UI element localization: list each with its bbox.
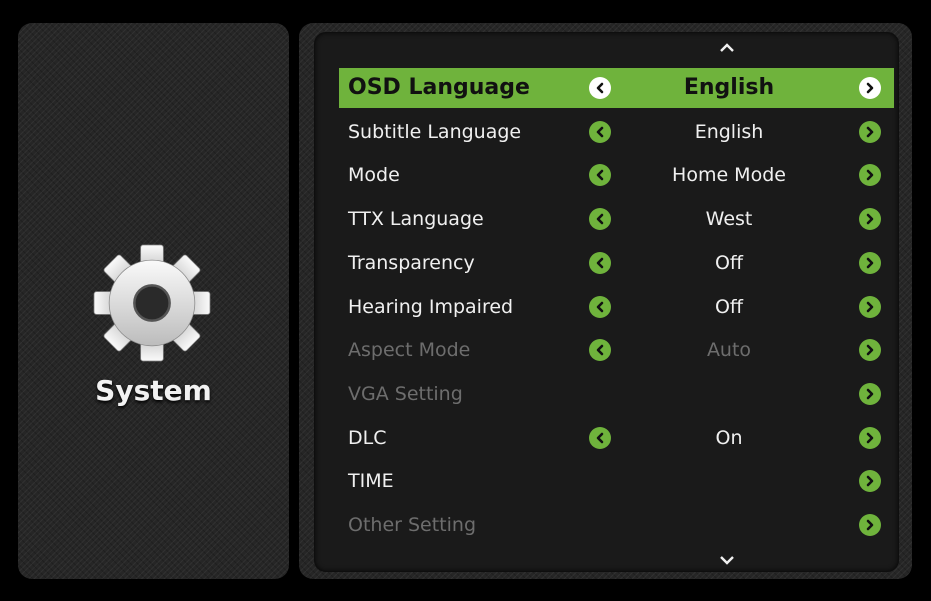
chevron-right-icon[interactable] <box>859 77 881 99</box>
menu-row-value: Off <box>714 296 744 318</box>
chevron-left-icon[interactable] <box>589 77 611 99</box>
menu-row: Other Setting <box>339 505 894 545</box>
menu-row[interactable]: Mode Home Mode <box>339 155 894 195</box>
menu-row-label: Subtitle Language <box>348 121 522 143</box>
menu-row-value: West <box>705 208 753 230</box>
menu-row-label: VGA Setting <box>348 383 463 405</box>
menu-row: VGA Setting <box>339 374 894 414</box>
chevron-right-icon[interactable] <box>859 427 881 449</box>
menu-row[interactable]: DLC On <box>339 418 894 458</box>
menu-row-label: Transparency <box>348 252 475 274</box>
chevron-right-icon[interactable] <box>859 164 881 186</box>
chevron-down-icon[interactable] <box>712 554 742 568</box>
menu-row-value: English <box>683 75 775 100</box>
menu-row-label: Mode <box>348 164 400 186</box>
chevron-left-icon[interactable] <box>589 296 611 318</box>
menu-row[interactable]: Hearing Impaired Off <box>339 287 894 327</box>
chevron-right-icon[interactable] <box>859 252 881 274</box>
chevron-right-icon[interactable] <box>859 121 881 143</box>
chevron-right-icon <box>859 339 881 361</box>
chevron-left-icon[interactable] <box>589 164 611 186</box>
chevron-right-icon[interactable] <box>859 470 881 492</box>
menu-row-value: On <box>715 427 743 449</box>
category-title: System <box>95 374 212 407</box>
chevron-right-icon <box>859 383 881 405</box>
menu-row-label: Hearing Impaired <box>348 296 514 318</box>
menu-row[interactable]: Transparency Off <box>339 243 894 283</box>
menu-row: Aspect Mode Auto <box>339 330 894 370</box>
chevron-left-icon[interactable] <box>589 208 611 230</box>
chevron-left-icon[interactable] <box>589 427 611 449</box>
chevron-left-icon[interactable] <box>589 121 611 143</box>
chevron-right-icon[interactable] <box>859 208 881 230</box>
chevron-left-icon[interactable] <box>589 252 611 274</box>
chevron-left-icon <box>589 339 611 361</box>
menu-row-value: Off <box>714 252 744 274</box>
menu-row-label: TIME <box>348 470 394 492</box>
menu-row[interactable]: TTX Language West <box>339 199 894 239</box>
menu-row[interactable]: Subtitle Language English <box>339 112 894 152</box>
menu-row[interactable]: OSD Language English <box>339 68 894 108</box>
menu-row-label: TTX Language <box>348 208 484 230</box>
menu-row-label: Aspect Mode <box>348 339 471 361</box>
chevron-right-icon <box>859 514 881 536</box>
menu-row-label: DLC <box>348 427 387 449</box>
menu-row-value: Auto <box>706 339 752 361</box>
chevron-up-icon[interactable] <box>712 40 742 54</box>
gear-icon <box>93 244 211 362</box>
menu-row-value: Home Mode <box>672 164 786 186</box>
menu-row-label: Other Setting <box>348 514 477 536</box>
menu-row[interactable]: TIME <box>339 461 894 501</box>
menu-row-label: OSD Language <box>348 75 530 100</box>
menu-row-value: English <box>694 121 764 143</box>
chevron-right-icon[interactable] <box>859 296 881 318</box>
